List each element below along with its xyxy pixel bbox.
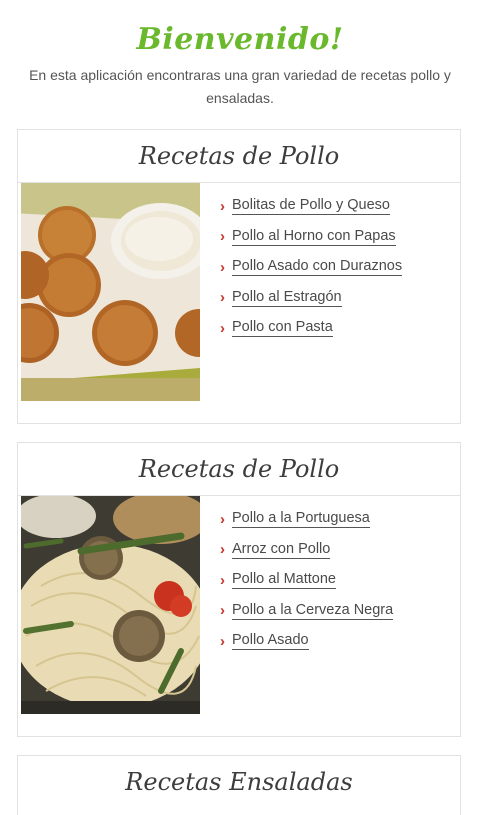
list-item: › Pollo con Pasta <box>220 313 402 344</box>
chevron-right-icon: › <box>220 541 225 559</box>
recipe-link-list: › Pollo a la Portuguesa › Arroz con Pollo … <box>220 504 394 657</box>
recipe-link[interactable]: Pollo a la Portuguesa <box>232 510 370 529</box>
chevron-right-icon: › <box>220 289 225 307</box>
recipe-link-list: › Bolitas de Pollo y Queso › Pollo al Horn… <box>220 191 403 344</box>
chevron-right-icon: › <box>220 258 225 276</box>
recipe-link[interactable]: Pollo a la Cerveza Negra <box>232 602 394 620</box>
recipe-link[interactable]: Arroz con Pollo <box>232 541 331 559</box>
chevron-right-icon: › <box>220 510 225 528</box>
list-item: › Pollo Asado <box>220 626 393 657</box>
chevron-right-icon: › <box>220 319 225 337</box>
recipe-link[interactable]: Pollo con Pasta <box>232 319 333 338</box>
intro-text: En esta aplicación encontraras una gran … <box>29 67 451 106</box>
list-item: › Pollo a la Portuguesa <box>220 504 393 535</box>
card-title: Recetas de Pollo <box>18 130 460 183</box>
chevron-right-icon: › <box>220 228 225 246</box>
pasta-meatballs-photo <box>21 496 200 714</box>
list-item: › Pollo Asado con Duraznos <box>220 252 403 283</box>
chevron-right-icon: › <box>220 602 225 620</box>
chevron-right-icon: › <box>220 571 225 589</box>
list-item: › Pollo a la Cerveza Negra <box>220 596 394 627</box>
recipe-card-pollo-2: Recetas de Pollo › Pollo a la Portuguesa… <box>17 442 461 737</box>
list-item: › Pollo al Horno con Papas <box>220 222 402 253</box>
recipe-card-pollo-1: Recetas de Pollo › Bolitas de Pollo y Qu… <box>17 129 461 424</box>
list-item: › Pollo al Estragón <box>220 283 402 314</box>
list-item: › Arroz con Pollo <box>220 535 393 566</box>
recipe-link[interactable]: Pollo al Estragón <box>232 289 342 307</box>
recipe-link[interactable]: Pollo al Mattone <box>232 571 336 590</box>
card-title: Recetas Ensaladas <box>125 768 353 796</box>
chevron-right-icon: › <box>220 197 225 215</box>
chevron-right-icon: › <box>220 632 225 650</box>
page-title: Bienvenido! <box>136 22 344 57</box>
recipe-card-ensaladas: Recetas Ensaladas <box>17 755 461 815</box>
list-item: › Bolitas de Pollo y Queso <box>220 191 402 222</box>
list-item: › Pollo al Mattone <box>220 565 393 596</box>
recipe-link[interactable]: Pollo Asado <box>232 632 309 651</box>
recipe-link[interactable]: Bolitas de Pollo y Queso <box>232 197 390 216</box>
card-title: Recetas de Pollo <box>18 443 460 496</box>
recipe-link[interactable]: Pollo al Horno con Papas <box>232 228 396 246</box>
recipe-link[interactable]: Pollo Asado con Duraznos <box>232 258 403 277</box>
croquettes-photo <box>21 183 200 401</box>
